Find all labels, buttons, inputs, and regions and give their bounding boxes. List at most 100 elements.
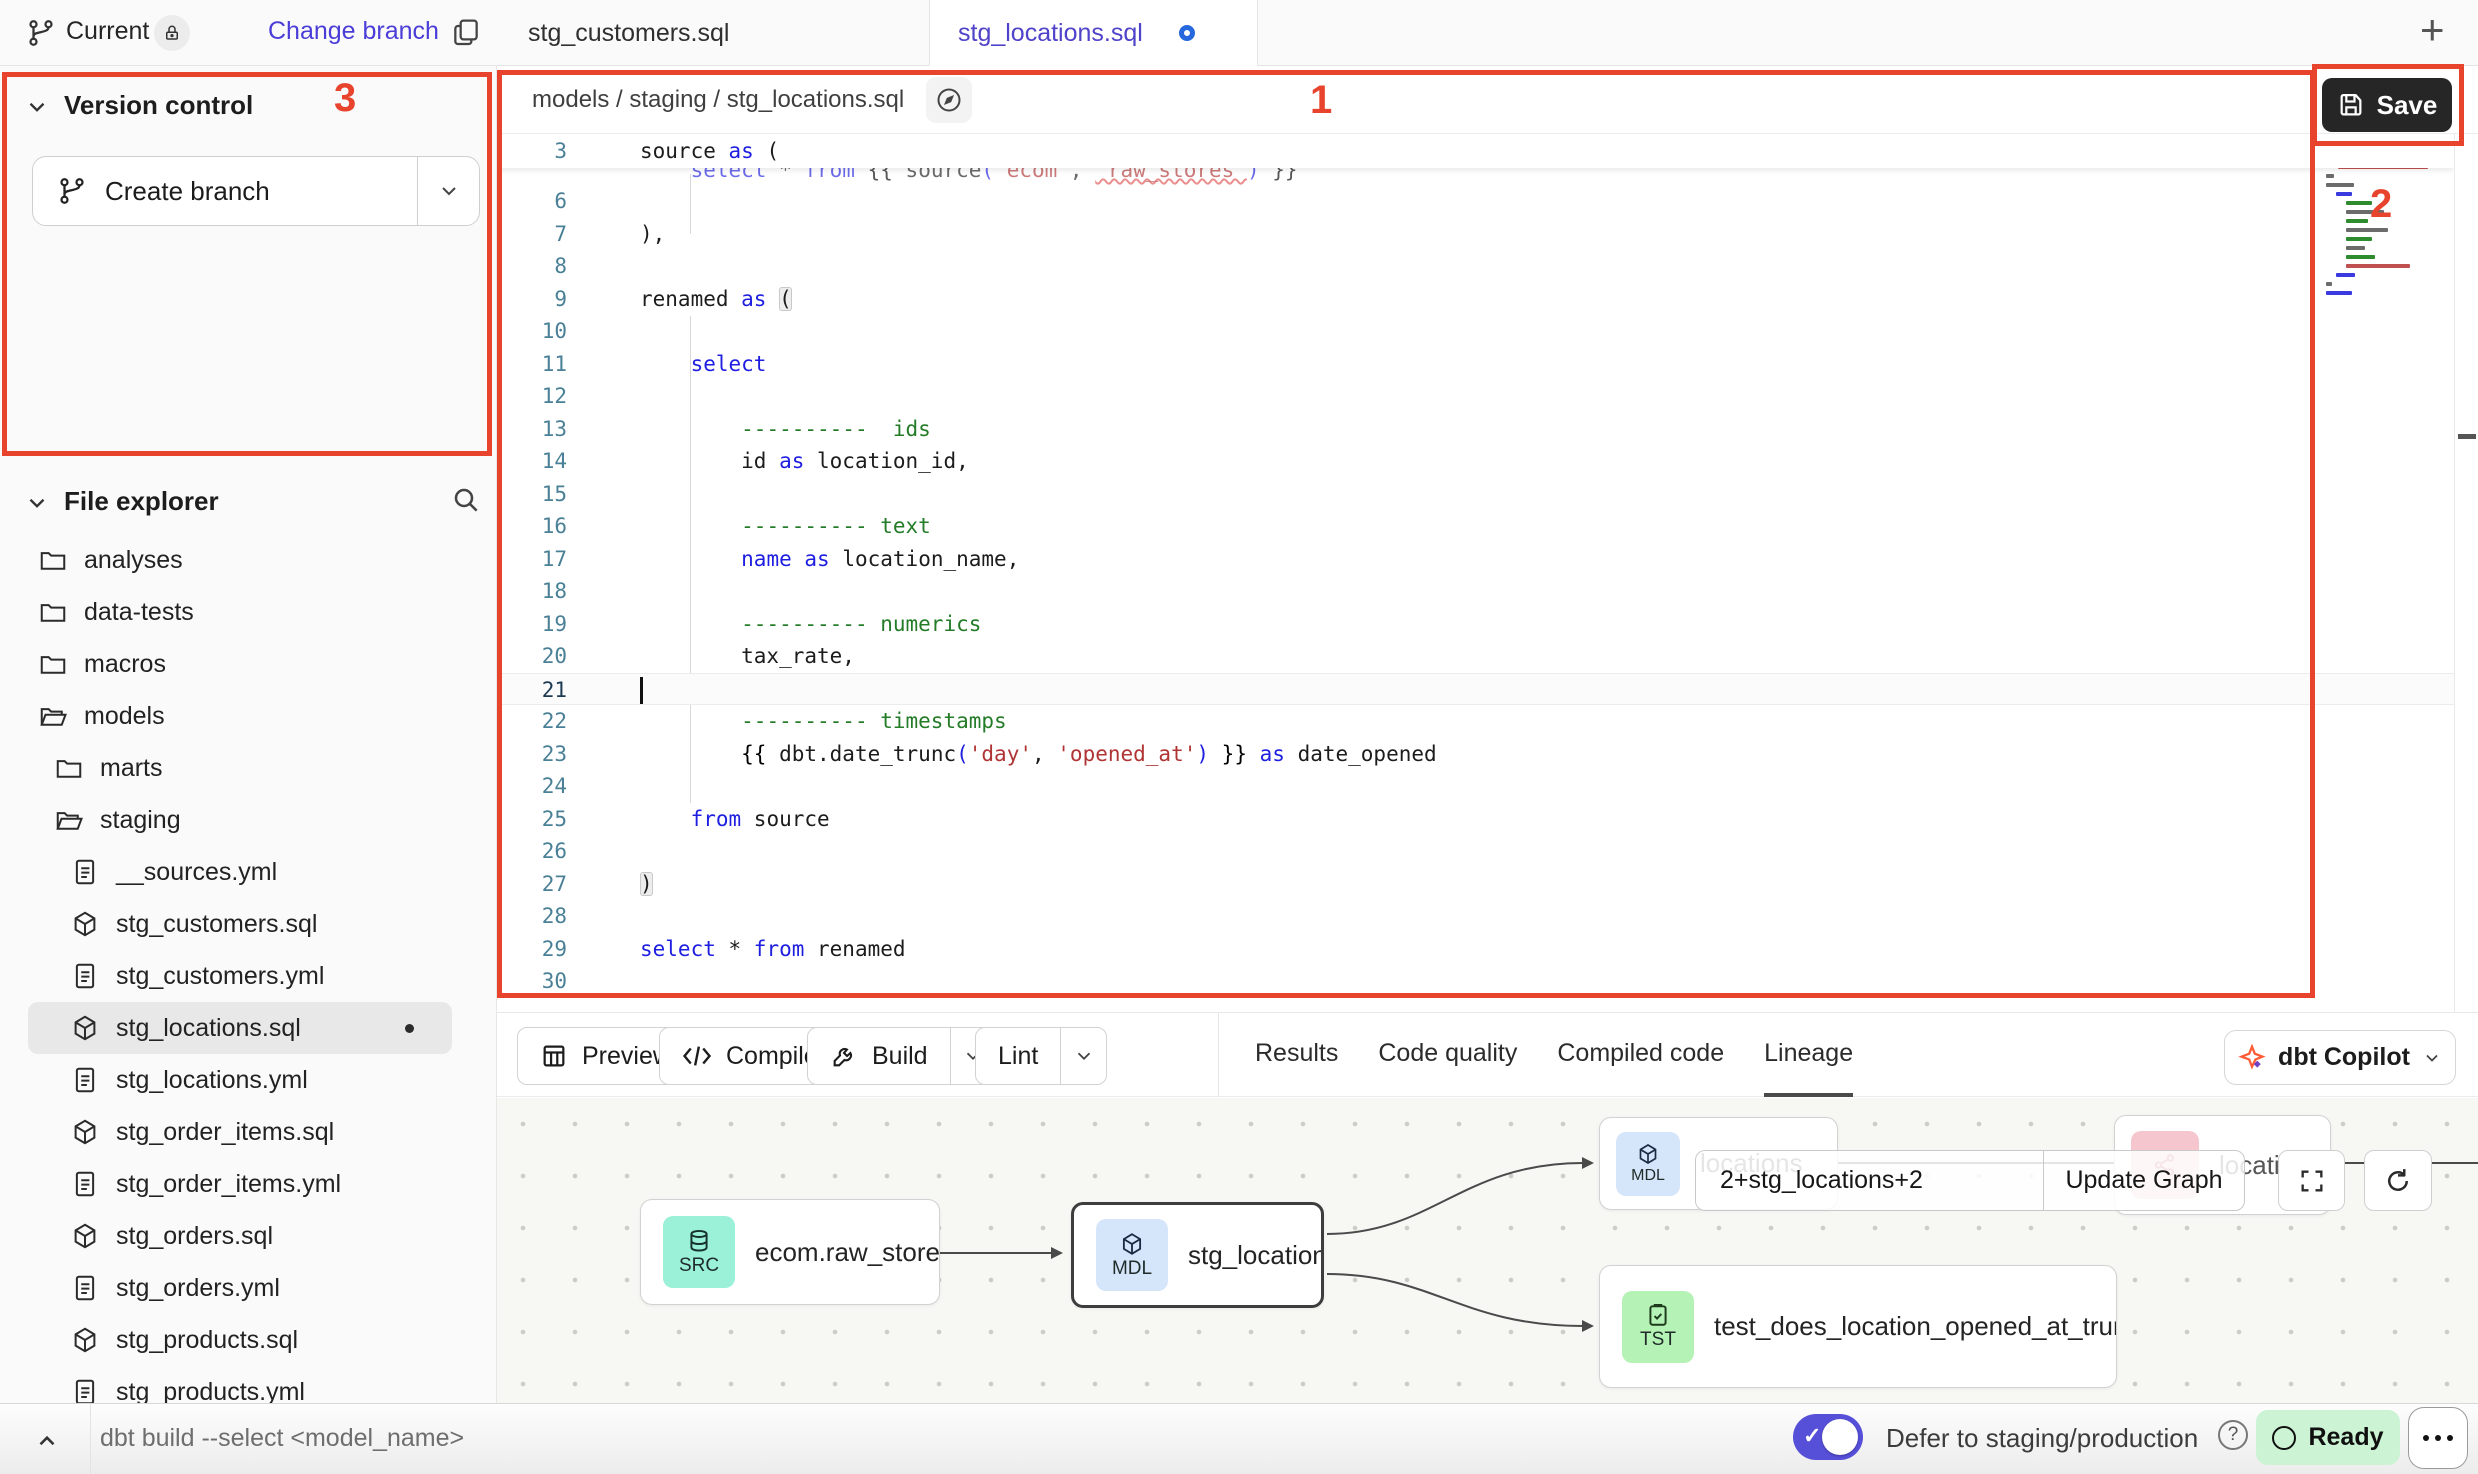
search-icon[interactable] [450,484,482,516]
code-line[interactable]: 30 [497,965,2454,998]
chevron-down-icon[interactable] [24,94,50,120]
defer-toggle[interactable]: ✓ [1793,1414,1863,1460]
code-line[interactable]: 9renamed as ( [497,283,2454,316]
file-item-stg-locations-yml[interactable]: stg_locations.yml [28,1054,452,1106]
file-item-label: stg_products.sql [116,1326,298,1355]
minimap-line [2336,192,2352,196]
model-icon [70,1221,100,1251]
code-line[interactable]: 19 ---------- numerics [497,608,2454,641]
fullscreen-button[interactable] [2278,1150,2345,1211]
lineage-canvas[interactable]: SRC ecom.raw_stores MDL stg_locations MD… [497,1098,2478,1403]
tab-stg-customers[interactable]: stg_customers.sql [498,0,930,66]
tab-lineage[interactable]: Lineage [1764,1013,1853,1097]
code-line[interactable]: 13 ---------- ids [497,413,2454,446]
new-tab-button[interactable]: + [2420,10,2445,50]
lineage-node-test[interactable]: TST test_does_location_opened_at_trunc_t… [1599,1265,2117,1388]
file-item-stg-orders-sql[interactable]: stg_orders.sql [28,1210,452,1262]
dbt-copilot-button[interactable]: dbt Copilot [2224,1030,2456,1085]
tab-label: stg_customers.sql [528,19,729,48]
file-item-stg-order-items-yml[interactable]: stg_order_items.yml [28,1158,452,1210]
file-item-label: macros [84,650,166,679]
code-line[interactable]: 23 {{ dbt.date_trunc('day', 'opened_at')… [497,738,2454,771]
file-item-models[interactable]: models [28,690,452,742]
code-line[interactable]: 7), [497,218,2454,251]
create-branch-button[interactable]: Create branch [32,156,480,226]
chevron-down-icon[interactable] [24,490,50,516]
code-editor[interactable]: 3source as ( select * from {{ source('ec… [497,134,2454,1012]
file-item-macros[interactable]: macros [28,638,452,690]
tab-results[interactable]: Results [1255,1013,1338,1097]
file-item-stg-orders-yml[interactable]: stg_orders.yml [28,1262,452,1314]
chevron-up-icon[interactable] [34,1428,60,1454]
modified-dot-icon [405,1024,414,1033]
tab-compiled-code[interactable]: Compiled code [1557,1013,1724,1097]
badge-label: MDL [1631,1167,1665,1185]
copy-icon[interactable] [450,16,482,48]
lint-dropdown[interactable] [1060,1028,1106,1084]
code-line[interactable]: 22 ---------- timestamps [497,705,2454,738]
fullscreen-icon [2298,1167,2326,1195]
code-line[interactable]: 27) [497,868,2454,901]
model-icon [70,1325,100,1355]
code-line[interactable]: 29select * from renamed [497,933,2454,966]
code-line[interactable]: 24 [497,770,2454,803]
code-line[interactable]: 16 ---------- text [497,510,2454,543]
file-item-data-tests[interactable]: data-tests [28,586,452,638]
code-line[interactable]: 15 [497,478,2454,511]
file-item-label: stg_locations.yml [116,1066,308,1095]
lineage-compass-button[interactable] [926,77,972,123]
code-line[interactable]: 6 [497,185,2454,218]
file-item-staging[interactable]: staging [28,794,452,846]
compass-icon [935,86,963,114]
command-input[interactable]: dbt build --select <model_name> [100,1424,464,1453]
code-line[interactable]: 21 [497,673,2454,706]
file-item--sources-yml[interactable]: __sources.yml [28,846,452,898]
folder-icon [38,649,68,679]
annotation-number-2: 2 [2370,182,2392,227]
file-item-analyses[interactable]: analyses [28,534,452,586]
code-line[interactable]: 17 name as location_name, [497,543,2454,576]
lineage-node-stg-locations[interactable]: MDL stg_locations [1071,1202,1324,1308]
file-item-stg-locations-sql[interactable]: stg_locations.sql [28,1002,452,1054]
build-button[interactable]: Build [807,1027,997,1085]
more-options-button[interactable] [2408,1407,2468,1469]
src-badge: SRC [663,1216,735,1288]
lint-button[interactable]: Lint [975,1027,1107,1085]
editor-scrollbar-track[interactable] [2454,134,2478,1012]
code-line[interactable]: 8 [497,250,2454,283]
tab-stg-locations[interactable]: stg_locations.sql [930,0,1258,66]
code-line[interactable]: 20 tax_rate, [497,640,2454,673]
save-label: Save [2377,90,2438,121]
refresh-button[interactable] [2364,1150,2432,1211]
code-line[interactable]: 25 from source [497,803,2454,836]
file-item-stg-order-items-sql[interactable]: stg_order_items.sql [28,1106,452,1158]
file-item-stg-products-sql[interactable]: stg_products.sql [28,1314,452,1366]
file-item-label: stg_locations.sql [116,1014,301,1043]
lineage-node-source[interactable]: SRC ecom.raw_stores [640,1199,940,1305]
file-item-stg-customers-sql[interactable]: stg_customers.sql [28,898,452,950]
cube-icon [1119,1231,1145,1257]
build-label: Build [872,1042,928,1071]
code-line[interactable]: 12 [497,380,2454,413]
code-line[interactable]: 10 [497,315,2454,348]
editor-scrollbar-thumb[interactable] [2458,434,2476,439]
update-graph-button[interactable]: Update Graph [2043,1150,2245,1211]
code-line[interactable]: select * from {{ source('ecom', 'raw_sto… [497,168,2454,185]
change-branch-link[interactable]: Change branch [268,17,439,46]
file-item-marts[interactable]: marts [28,742,452,794]
code-line[interactable]: 11 select [497,348,2454,381]
refresh-icon [2383,1166,2413,1196]
help-icon[interactable]: ? [2218,1420,2248,1450]
code-line[interactable]: 28 [497,900,2454,933]
save-button[interactable]: Save [2322,78,2452,132]
tab-code-quality[interactable]: Code quality [1378,1013,1517,1097]
create-branch-dropdown[interactable] [417,157,479,225]
lineage-selector-input[interactable]: 2+stg_locations+2 [1695,1150,2043,1211]
tst-badge: TST [1622,1291,1694,1363]
file-item-stg-customers-yml[interactable]: stg_customers.yml [28,950,452,1002]
code-line[interactable]: 14 id as location_id, [497,445,2454,478]
code-line[interactable]: 3source as ( [497,134,2454,168]
code-line[interactable]: 18 [497,575,2454,608]
text-cursor [640,677,643,704]
code-line[interactable]: 26 [497,835,2454,868]
